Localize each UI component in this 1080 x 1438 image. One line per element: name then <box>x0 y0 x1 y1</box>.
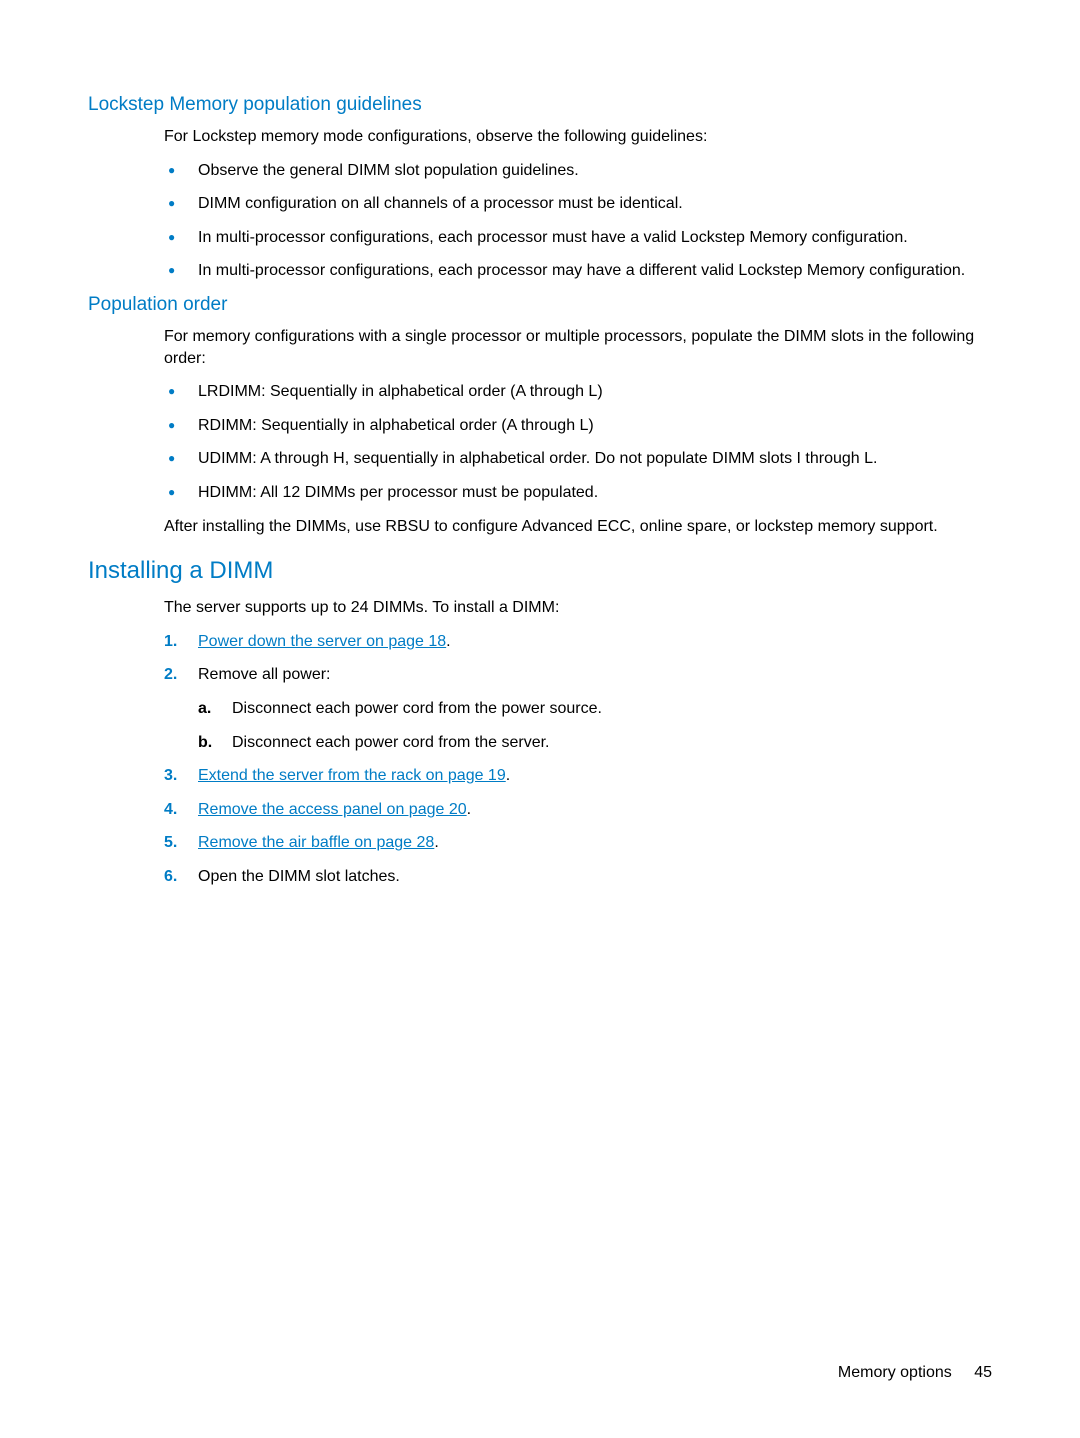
poporder-bullet: HDIMM: All 12 DIMMs per processor must b… <box>164 482 980 504</box>
lockstep-body: For Lockstep memory mode configurations,… <box>164 126 980 282</box>
poporder-after: After installing the DIMMs, use RBSU to … <box>164 516 980 538</box>
poporder-bullet: RDIMM: Sequentially in alphabetical orde… <box>164 415 980 437</box>
install-body: The server supports up to 24 DIMMs. To i… <box>164 597 980 887</box>
install-step-4: Remove the access panel on page 20. <box>164 799 980 821</box>
heading-installing-dimm: Installing a DIMM <box>88 557 992 585</box>
install-intro: The server supports up to 24 DIMMs. To i… <box>164 597 980 619</box>
poporder-body: For memory configurations with a single … <box>164 326 980 537</box>
punct: . <box>467 801 471 818</box>
poporder-bullet: UDIMM: A through H, sequentially in alph… <box>164 448 980 470</box>
poporder-bullet: LRDIMM: Sequentially in alphabetical ord… <box>164 381 980 403</box>
heading-population-order: Population order <box>88 294 992 316</box>
install-step-1: Power down the server on page 18. <box>164 631 980 653</box>
punct: . <box>506 767 510 784</box>
install-step-5: Remove the air baffle on page 28. <box>164 832 980 854</box>
install-steps: Power down the server on page 18. Remove… <box>164 631 980 888</box>
install-step-2-text: Remove all power: <box>198 666 331 683</box>
poporder-bullet-list: LRDIMM: Sequentially in alphabetical ord… <box>164 381 980 503</box>
heading-lockstep: Lockstep Memory population guidelines <box>88 94 992 116</box>
install-substeps: Disconnect each power cord from the powe… <box>198 698 980 753</box>
link-remove-air-baffle[interactable]: Remove the air baffle on page 28 <box>198 834 434 851</box>
lockstep-intro: For Lockstep memory mode configurations,… <box>164 126 980 148</box>
link-extend-server[interactable]: Extend the server from the rack on page … <box>198 767 506 784</box>
install-substep-a: Disconnect each power cord from the powe… <box>198 698 980 720</box>
poporder-intro: For memory configurations with a single … <box>164 326 980 369</box>
link-remove-access-panel[interactable]: Remove the access panel on page 20 <box>198 801 467 818</box>
lockstep-bullet: Observe the general DIMM slot population… <box>164 160 980 182</box>
punct: . <box>434 834 438 851</box>
install-step-2: Remove all power: Disconnect each power … <box>164 664 980 753</box>
install-step-3: Extend the server from the rack on page … <box>164 765 980 787</box>
footer-page-number: 45 <box>974 1364 992 1381</box>
lockstep-bullet: In multi-processor configurations, each … <box>164 260 980 282</box>
lockstep-bullet: In multi-processor configurations, each … <box>164 227 980 249</box>
page-footer: Memory options 45 <box>838 1364 992 1382</box>
punct: . <box>446 633 450 650</box>
link-power-down-server[interactable]: Power down the server on page 18 <box>198 633 446 650</box>
footer-section: Memory options <box>838 1364 952 1381</box>
install-step-6: Open the DIMM slot latches. <box>164 866 980 888</box>
lockstep-bullet-list: Observe the general DIMM slot population… <box>164 160 980 282</box>
install-substep-b: Disconnect each power cord from the serv… <box>198 732 980 754</box>
lockstep-bullet: DIMM configuration on all channels of a … <box>164 193 980 215</box>
